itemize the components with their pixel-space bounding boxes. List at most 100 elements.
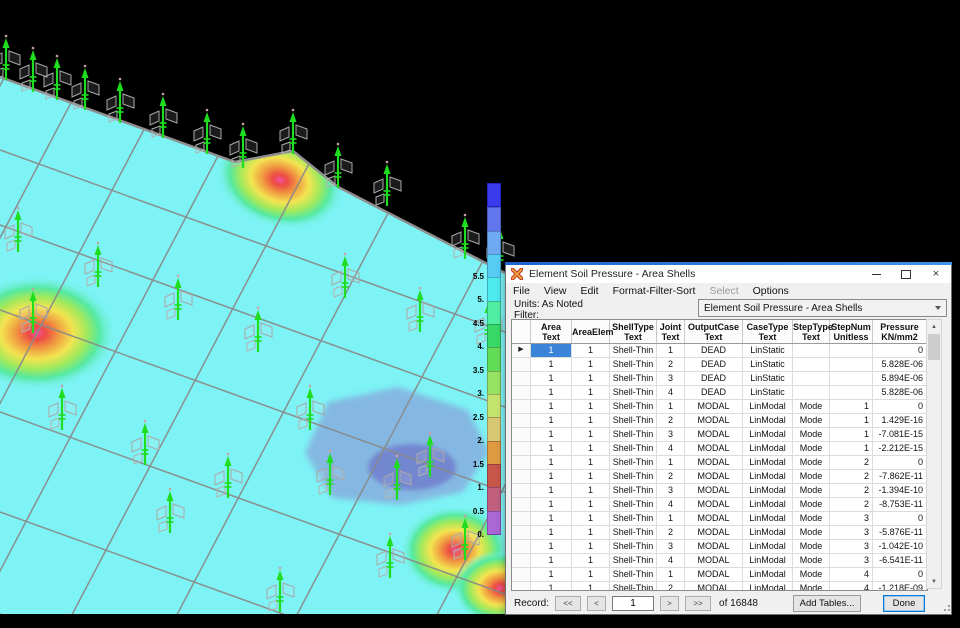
table-cell[interactable]: 3 xyxy=(830,554,873,567)
first-record-button[interactable]: << xyxy=(555,596,581,611)
column-header[interactable]: ShellTypeText xyxy=(610,320,657,343)
table-cell[interactable]: 1 xyxy=(572,358,610,371)
table-cell[interactable]: 1 xyxy=(572,372,610,385)
table-cell[interactable]: Shell-Thin xyxy=(610,554,657,567)
table-cell[interactable]: 0 xyxy=(873,344,927,357)
table-cell[interactable]: 1 xyxy=(531,414,572,427)
table-cell[interactable]: 4 xyxy=(657,498,685,511)
table-cell[interactable]: Shell-Thin xyxy=(610,358,657,371)
table-cell[interactable]: Mode xyxy=(793,568,830,581)
table-cell[interactable]: 3 xyxy=(657,540,685,553)
table-cell[interactable]: Shell-Thin xyxy=(610,442,657,455)
table-row[interactable]: 11Shell-Thin2DEADLinStatic5.828E-06 xyxy=(512,358,927,372)
table-cell[interactable]: Shell-Thin xyxy=(610,484,657,497)
done-button[interactable]: Done xyxy=(883,595,925,612)
table-row[interactable]: 11Shell-Thin2MODALLinModalMode2-7.862E-1… xyxy=(512,470,927,484)
row-selector-cell[interactable] xyxy=(512,470,531,483)
table-cell[interactable]: -7.862E-11 xyxy=(873,470,927,483)
table-cell[interactable]: 1 xyxy=(572,568,610,581)
table-cell[interactable]: -1.042E-10 xyxy=(873,540,927,553)
table-cell[interactable]: Mode xyxy=(793,428,830,441)
table-cell[interactable]: 1 xyxy=(572,582,610,591)
table-cell[interactable]: 1 xyxy=(830,414,873,427)
table-cell[interactable]: Shell-Thin xyxy=(610,512,657,525)
table-cell[interactable]: 1 xyxy=(531,372,572,385)
menu-options[interactable]: Options xyxy=(746,285,796,297)
table-row[interactable]: 11Shell-Thin1MODALLinModalMode40 xyxy=(512,568,927,582)
table-cell[interactable]: 4 xyxy=(830,582,873,591)
table-cell[interactable]: 1 xyxy=(531,554,572,567)
row-selector-cell[interactable] xyxy=(512,400,531,413)
resize-grip[interactable] xyxy=(942,605,950,613)
table-cell[interactable]: 2 xyxy=(657,358,685,371)
table-row[interactable]: 11Shell-Thin1MODALLinModalMode20 xyxy=(512,456,927,470)
table-cell[interactable]: -7.081E-15 xyxy=(873,428,927,441)
table-cell[interactable]: LinModal xyxy=(743,414,793,427)
table-cell[interactable] xyxy=(830,386,873,399)
table-cell[interactable] xyxy=(830,372,873,385)
table-cell[interactable]: 1 xyxy=(572,344,610,357)
table-cell[interactable]: LinModal xyxy=(743,568,793,581)
table-cell[interactable]: Shell-Thin xyxy=(610,456,657,469)
table-cell[interactable]: 1 xyxy=(531,512,572,525)
row-selector-cell[interactable] xyxy=(512,442,531,455)
table-cell[interactable]: 2 xyxy=(657,470,685,483)
table-cell[interactable]: 2 xyxy=(657,414,685,427)
column-header[interactable]: StepNumUnitless xyxy=(830,320,873,343)
table-cell[interactable]: 1 xyxy=(830,428,873,441)
menu-edit[interactable]: Edit xyxy=(574,285,606,297)
table-cell[interactable]: LinStatic xyxy=(743,372,793,385)
table-cell[interactable]: MODAL xyxy=(685,414,743,427)
table-cell[interactable]: 4 xyxy=(830,568,873,581)
add-tables-button[interactable]: Add Tables... xyxy=(793,595,861,612)
table-cell[interactable]: 1 xyxy=(830,442,873,455)
table-cell[interactable]: LinStatic xyxy=(743,358,793,371)
table-cell[interactable]: 4 xyxy=(657,442,685,455)
table-cell[interactable]: Shell-Thin xyxy=(610,498,657,511)
table-cell[interactable]: MODAL xyxy=(685,540,743,553)
table-cell[interactable]: LinModal xyxy=(743,442,793,455)
table-cell[interactable]: 1 xyxy=(657,344,685,357)
column-header[interactable]: PressureKN/mm2 xyxy=(873,320,927,343)
table-cell[interactable]: DEAD xyxy=(685,344,743,357)
table-cell[interactable]: MODAL xyxy=(685,554,743,567)
maximize-button[interactable] xyxy=(891,265,921,283)
table-cell[interactable]: LinModal xyxy=(743,540,793,553)
table-cell[interactable]: MODAL xyxy=(685,428,743,441)
table-cell[interactable]: 1 xyxy=(657,456,685,469)
table-cell[interactable]: 1 xyxy=(531,540,572,553)
table-cell[interactable]: DEAD xyxy=(685,358,743,371)
row-selector-cell[interactable] xyxy=(512,568,531,581)
table-cell[interactable]: 1 xyxy=(572,400,610,413)
table-cell[interactable] xyxy=(793,358,830,371)
column-header[interactable]: AreaElem xyxy=(572,320,610,343)
row-selector-cell[interactable] xyxy=(512,512,531,525)
table-cell[interactable]: 1 xyxy=(572,554,610,567)
table-cell[interactable]: 1 xyxy=(572,498,610,511)
table-cell[interactable]: MODAL xyxy=(685,498,743,511)
table-cell[interactable]: 1 xyxy=(572,470,610,483)
table-cell[interactable]: 1 xyxy=(531,442,572,455)
table-cell[interactable]: 1 xyxy=(531,568,572,581)
row-selector-cell[interactable] xyxy=(512,414,531,427)
table-cell[interactable]: MODAL xyxy=(685,512,743,525)
table-cell[interactable]: Shell-Thin xyxy=(610,372,657,385)
table-cell[interactable]: Shell-Thin xyxy=(610,540,657,553)
table-cell[interactable]: 1 xyxy=(531,470,572,483)
vertical-scrollbar[interactable]: ▲ ▼ xyxy=(926,319,942,589)
table-cell[interactable]: 1 xyxy=(572,442,610,455)
table-cell[interactable]: 5.894E-06 xyxy=(873,372,927,385)
table-cell[interactable]: 2 xyxy=(830,498,873,511)
table-cell[interactable]: 1 xyxy=(657,568,685,581)
minimize-button[interactable] xyxy=(861,265,891,283)
table-row[interactable]: 11Shell-Thin1MODALLinModalMode10 xyxy=(512,400,927,414)
row-selector-cell[interactable] xyxy=(512,428,531,441)
table-cell[interactable]: MODAL xyxy=(685,470,743,483)
table-cell[interactable]: 1 xyxy=(572,540,610,553)
row-selector-cell[interactable] xyxy=(512,358,531,371)
table-cell[interactable]: LinModal xyxy=(743,470,793,483)
table-cell[interactable]: 1.429E-16 xyxy=(873,414,927,427)
table-cell[interactable]: 0 xyxy=(873,512,927,525)
table-cell[interactable]: Shell-Thin xyxy=(610,582,657,591)
table-cell[interactable]: 1 xyxy=(531,456,572,469)
